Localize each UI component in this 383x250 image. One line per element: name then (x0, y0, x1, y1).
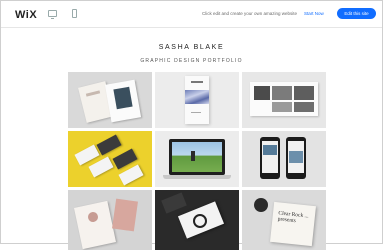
site-subtitle: GRAPHIC DESIGN PORTFOLIO (140, 58, 243, 64)
letterhead (74, 200, 116, 250)
laptop-screen-image (172, 142, 222, 172)
poster-text-line (191, 112, 201, 113)
card-5 (118, 164, 144, 186)
portfolio-item-mobile-app[interactable] (242, 131, 326, 187)
dark-tile-card-black (161, 192, 187, 214)
spread-photo-4 (272, 102, 292, 112)
portfolio-item-poster[interactable] (155, 72, 239, 128)
start-now-link[interactable]: Start Now (304, 11, 324, 16)
poster-title-line (191, 81, 203, 83)
portfolio-item-business-cards[interactable] (68, 131, 152, 187)
site-title: SASHA BLAKE (158, 44, 225, 51)
promo-text: Click edit and create your own amazing w… (202, 11, 298, 16)
envelope (112, 198, 138, 232)
wix-logo[interactable]: WiX (15, 9, 37, 21)
edit-site-button[interactable]: Edit this site (337, 8, 376, 19)
card-logo-circle (193, 214, 207, 228)
portfolio-item-stationery[interactable] (68, 190, 152, 250)
spread-photo-5 (294, 102, 314, 112)
spread-photo-1 (254, 86, 270, 100)
wix-top-bar: WiX Click edit and create your own amazi… (1, 1, 382, 28)
poster-wave-graphic (185, 90, 209, 104)
booklet-badge (254, 198, 268, 212)
card-2 (96, 134, 122, 156)
book-photo (113, 86, 133, 110)
spread-photo-2 (272, 86, 292, 100)
card-3 (88, 156, 114, 178)
portfolio-item-booklet[interactable]: Clear Rock ... presents (242, 190, 326, 250)
portfolio-item-book[interactable] (68, 72, 152, 128)
phone-2-photo (289, 151, 303, 163)
spread-photo-3 (294, 86, 314, 100)
portfolio-item-photo-spread[interactable] (242, 72, 326, 128)
mobile-icon[interactable] (72, 9, 77, 18)
desktop-icon[interactable] (48, 10, 57, 19)
phone-1-photo (263, 145, 277, 155)
portfolio-item-dark-cards[interactable] (155, 190, 239, 250)
screen-figure (191, 151, 195, 161)
portfolio-item-laptop-website[interactable] (155, 131, 239, 187)
laptop-base (163, 175, 231, 179)
